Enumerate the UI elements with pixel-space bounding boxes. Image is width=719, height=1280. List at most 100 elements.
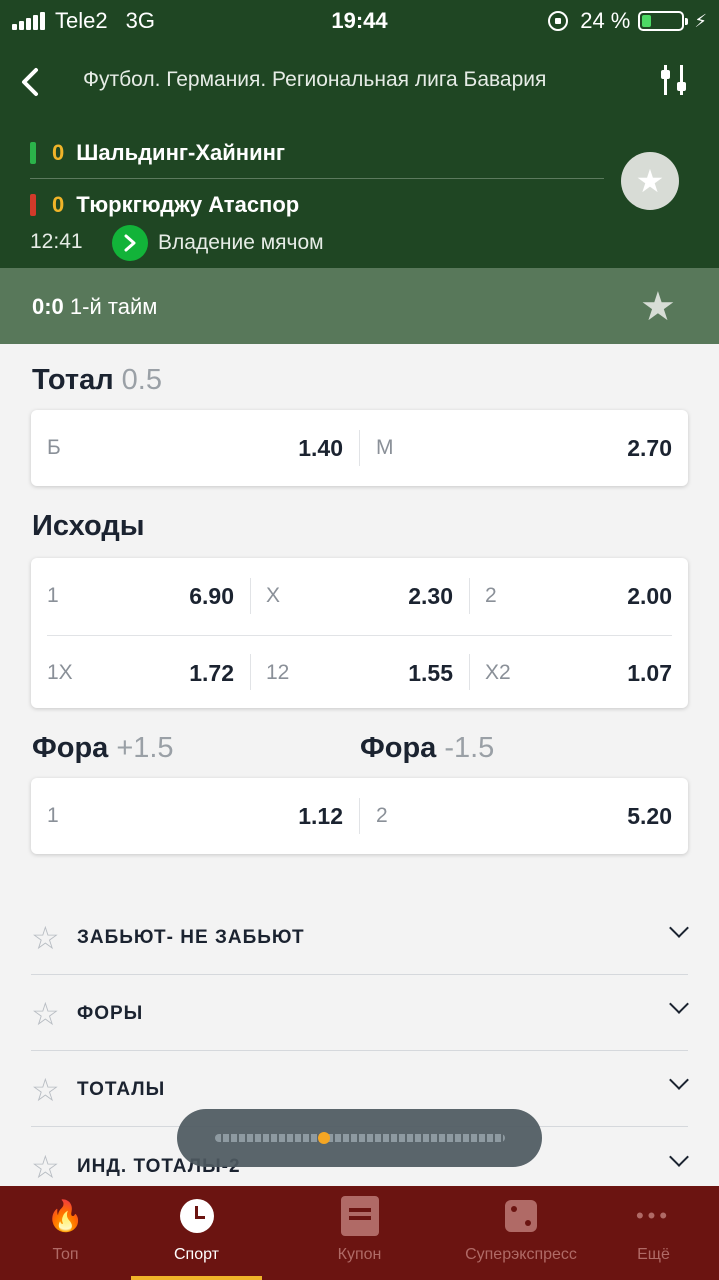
coupon-icon [340,1196,379,1236]
odd-button[interactable]: 2 2.00 [469,558,688,634]
scroll-position-dot[interactable] [318,1132,330,1144]
star-icon: ★ [635,163,665,199]
flame-icon: 🔥 [46,1199,85,1233]
status-bar: Tele2 3G 19:44 24 % ⚡ [0,0,719,40]
team-home-score: 0 [52,140,65,165]
accordion-goals[interactable]: ☆ ЗАБЬЮТ- НЕ ЗАБЬЮТ [31,899,689,975]
markets-list: Тотал 0.5 Б 1.40 М 2.70 Исходы 1 6.90 X 2… [0,344,719,1186]
star-outline-icon[interactable]: ☆ [31,1148,60,1186]
market-title-text: Исходы [32,510,145,542]
accordion-handicaps[interactable]: ☆ ФОРЫ [31,975,689,1051]
accordion-title: ТОТАЛЫ [77,1079,166,1100]
odd-button[interactable]: Б 1.40 [31,410,359,486]
market-title-total: Тотал 0.5 [32,364,162,397]
battery-percent: 24 % [580,8,631,33]
team-divider [30,178,604,179]
odd-button[interactable]: 1X 1.72 [31,635,250,711]
team-away-name: Тюркгюджу Атаспор [76,192,300,217]
market-param: -1.5 [444,732,495,764]
tab-sport[interactable]: Спорт [131,1186,262,1280]
market-title-text: Фора [32,732,109,764]
odd-button[interactable]: М 2.70 [360,410,688,486]
odd-value: 2.70 [627,434,672,461]
back-button[interactable] [18,64,48,100]
odd-value: 6.90 [189,582,234,609]
tab-superexpress[interactable]: Суперэкспресс [429,1186,613,1280]
odd-button[interactable]: 1 1.12 [31,778,359,854]
tab-coupon[interactable]: Купон [294,1186,425,1280]
dice-icon [505,1200,537,1232]
market-title-outcomes: Исходы [32,510,145,543]
tab-label: Топ [52,1246,79,1263]
odd-value: 2.00 [627,582,672,609]
scroll-track [215,1134,505,1142]
accordion-title: ЗАБЬЮТ- НЕ ЗАБЬЮТ [77,927,305,948]
team-away-marker [30,194,36,216]
market-param: 0.5 [121,364,162,396]
charging-icon: ⚡ [694,10,707,31]
team-home-name: Шальдинг-Хайнинг [76,140,286,165]
chevron-right-icon [112,225,148,261]
score-period: 0:0 1-й тайм [32,294,157,320]
chevron-down-icon [669,994,689,1014]
filter-button[interactable] [660,62,690,98]
odd-button[interactable]: X2 1.07 [469,635,688,711]
odd-value: 1.55 [408,659,453,686]
match-time: 12:41 [30,230,83,253]
team-home: 0 Шальдинг-Хайнинг [30,140,285,166]
star-outline-icon[interactable]: ☆ [31,919,60,957]
odd-button[interactable]: 1 6.90 [31,558,250,634]
rotation-lock-icon [548,11,569,31]
market-title-text: Тотал [32,364,114,396]
tab-bar: 🔥 Топ Спорт Купон Суперэкспресс ••• Ещё [0,1186,719,1280]
market-card-outcomes: 1 6.90 X 2.30 2 2.00 1X 1.72 12 1.55 X2 … [31,558,688,708]
odd-label: 1 [47,804,59,827]
team-home-marker [30,142,36,164]
odd-button[interactable]: X 2.30 [250,558,469,634]
more-icon: ••• [635,1203,672,1228]
chevron-down-icon [669,1147,689,1167]
market-param: +1.5 [116,732,174,764]
chevron-down-icon [669,918,689,938]
tab-label: Спорт [174,1246,219,1263]
odd-label: X2 [485,661,511,684]
favorite-match-button[interactable]: ★ [621,152,679,210]
scroll-indicator[interactable] [177,1109,542,1167]
odd-value: 2.30 [408,582,453,609]
accordion-title: ФОРЫ [77,1003,144,1024]
market-title-handicap-2: Фора -1.5 [360,732,494,765]
odd-label: 12 [266,661,290,684]
clock-icon [179,1199,214,1233]
odd-label: 1 [47,584,59,607]
market-title-handicap-1: Фора +1.5 [32,732,174,765]
odd-label: М [376,436,394,459]
tab-top[interactable]: 🔥 Топ [0,1186,131,1280]
period-label: 1-й тайм [69,294,158,319]
odd-label: Б [47,436,61,459]
market-card-handicap: 1 1.12 2 5.20 [31,778,688,854]
team-away: 0 Тюркгюджу Атаспор [30,192,299,218]
tab-more[interactable]: ••• Ещё [588,1186,719,1280]
score-bar: 0:0 1-й тайм ★ [0,268,719,344]
star-icon[interactable]: ★ [640,284,676,330]
tab-label: Суперэкспресс [465,1246,577,1263]
odd-button[interactable]: 2 5.20 [360,778,688,854]
star-outline-icon[interactable]: ☆ [31,1071,60,1109]
market-title-text: Фора [360,732,437,764]
odd-value: 5.20 [627,802,672,829]
odd-label: X [266,584,281,607]
tab-label: Ещё [637,1246,670,1263]
live-event-text: Владение мячом [158,231,324,254]
market-card-total: Б 1.40 М 2.70 [31,410,688,486]
odd-value: 1.40 [298,434,343,461]
odd-label: 1X [47,661,73,684]
league-title: Футбол. Германия. Региональная лига Бава… [83,68,617,92]
odd-value: 1.07 [627,659,672,686]
star-outline-icon[interactable]: ☆ [31,995,60,1033]
team-away-score: 0 [52,192,65,217]
odd-label: 2 [376,804,388,827]
odd-button[interactable]: 12 1.55 [250,635,469,711]
odd-label: 2 [485,584,497,607]
tab-label: Купон [337,1246,382,1263]
current-score: 0:0 [32,294,64,319]
